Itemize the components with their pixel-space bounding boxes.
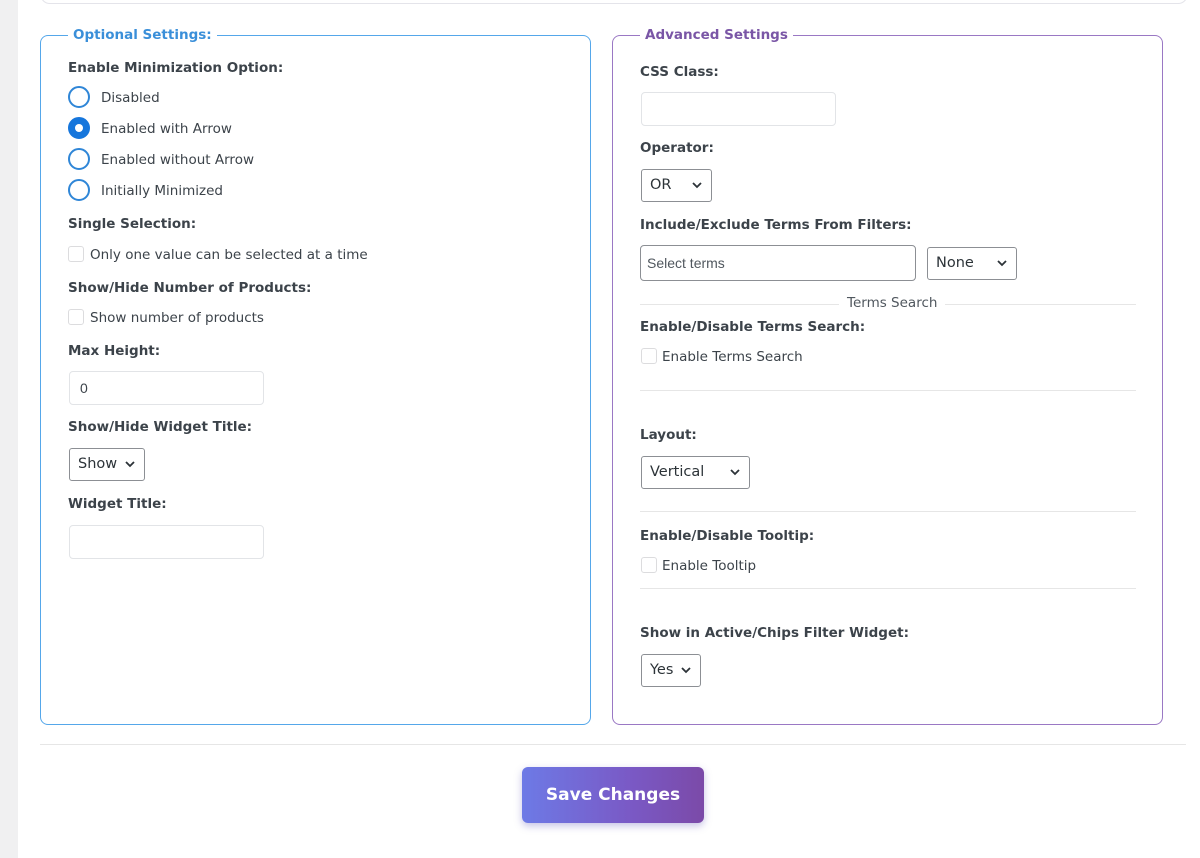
tooltip-checkbox-label[interactable]: Enable Tooltip: [662, 558, 756, 574]
operator-value: OR: [650, 177, 672, 193]
widget-title-input[interactable]: [69, 525, 264, 559]
divider: [640, 588, 1136, 589]
radio-enabled-with-arrow-label[interactable]: Enabled with Arrow: [101, 121, 232, 137]
operator-label: Operator:: [640, 140, 714, 156]
advanced-settings-panel: Advanced Settings: [612, 27, 1163, 725]
terms-search-checkbox-label[interactable]: Enable Terms Search: [662, 349, 803, 365]
radio-initially-minimized[interactable]: [68, 179, 90, 201]
single-selection-checkbox[interactable]: [68, 246, 84, 262]
include-exclude-mode-select[interactable]: None: [927, 247, 1017, 280]
terms-search-divider-title: Terms Search: [839, 295, 946, 311]
footer-divider: [40, 744, 1186, 745]
chevron-down-icon: [997, 260, 1007, 267]
divider: [640, 390, 1136, 391]
tooltip-checkbox[interactable]: [641, 557, 657, 573]
max-height-input[interactable]: 0: [69, 371, 264, 405]
chevron-down-icon: [681, 667, 691, 674]
previous-panel-edge: [40, 0, 1188, 4]
chevron-down-icon: [730, 469, 740, 476]
show-products-checkbox-label[interactable]: Show number of products: [90, 310, 264, 326]
include-exclude-mode-value: None: [936, 255, 974, 271]
widget-title-toggle-value: Show: [78, 456, 118, 472]
terms-search-label: Enable/Disable Terms Search:: [640, 319, 866, 335]
single-selection-label: Single Selection:: [68, 216, 197, 232]
include-exclude-label: Include/Exclude Terms From Filters:: [640, 217, 912, 233]
save-changes-button[interactable]: Save Changes: [522, 767, 704, 823]
layout-value: Vertical: [650, 464, 705, 480]
advanced-settings-legend: Advanced Settings: [645, 27, 788, 43]
widget-title-label: Widget Title:: [68, 496, 167, 512]
css-class-input[interactable]: [641, 92, 836, 126]
terms-search-checkbox[interactable]: [641, 348, 657, 364]
optional-settings-legend: Optional Settings:: [73, 27, 212, 43]
show-products-label: Show/Hide Number of Products:: [68, 280, 312, 296]
tooltip-label: Enable/Disable Tooltip:: [640, 528, 815, 544]
operator-select[interactable]: OR: [641, 169, 712, 202]
widget-title-toggle-select[interactable]: Show: [69, 448, 145, 481]
single-selection-checkbox-label[interactable]: Only one value can be selected at a time: [90, 247, 368, 263]
admin-sidebar-edge: [0, 0, 18, 858]
chevron-down-icon: [125, 461, 135, 468]
minimization-label: Enable Minimization Option:: [68, 60, 284, 76]
chips-value: Yes: [650, 662, 674, 678]
radio-initially-minimized-label[interactable]: Initially Minimized: [101, 183, 223, 199]
css-class-label: CSS Class:: [640, 64, 719, 80]
layout-label: Layout:: [640, 427, 697, 443]
select-terms-placeholder: Select terms: [647, 255, 725, 271]
widget-title-toggle-label: Show/Hide Widget Title:: [68, 419, 253, 435]
radio-enabled-without-arrow[interactable]: [68, 148, 90, 170]
radio-enabled-without-arrow-label[interactable]: Enabled without Arrow: [101, 152, 254, 168]
show-products-checkbox[interactable]: [68, 309, 84, 325]
radio-disabled[interactable]: [68, 86, 90, 108]
radio-disabled-label[interactable]: Disabled: [101, 90, 160, 106]
select-terms-input[interactable]: Select terms: [640, 245, 916, 281]
chips-select[interactable]: Yes: [641, 654, 701, 687]
layout-select[interactable]: Vertical: [641, 456, 750, 489]
divider: [640, 511, 1136, 512]
chips-label: Show in Active/Chips Filter Widget:: [640, 625, 909, 641]
radio-enabled-with-arrow[interactable]: [68, 117, 90, 139]
max-height-label: Max Height:: [68, 343, 161, 359]
chevron-down-icon: [692, 182, 702, 189]
